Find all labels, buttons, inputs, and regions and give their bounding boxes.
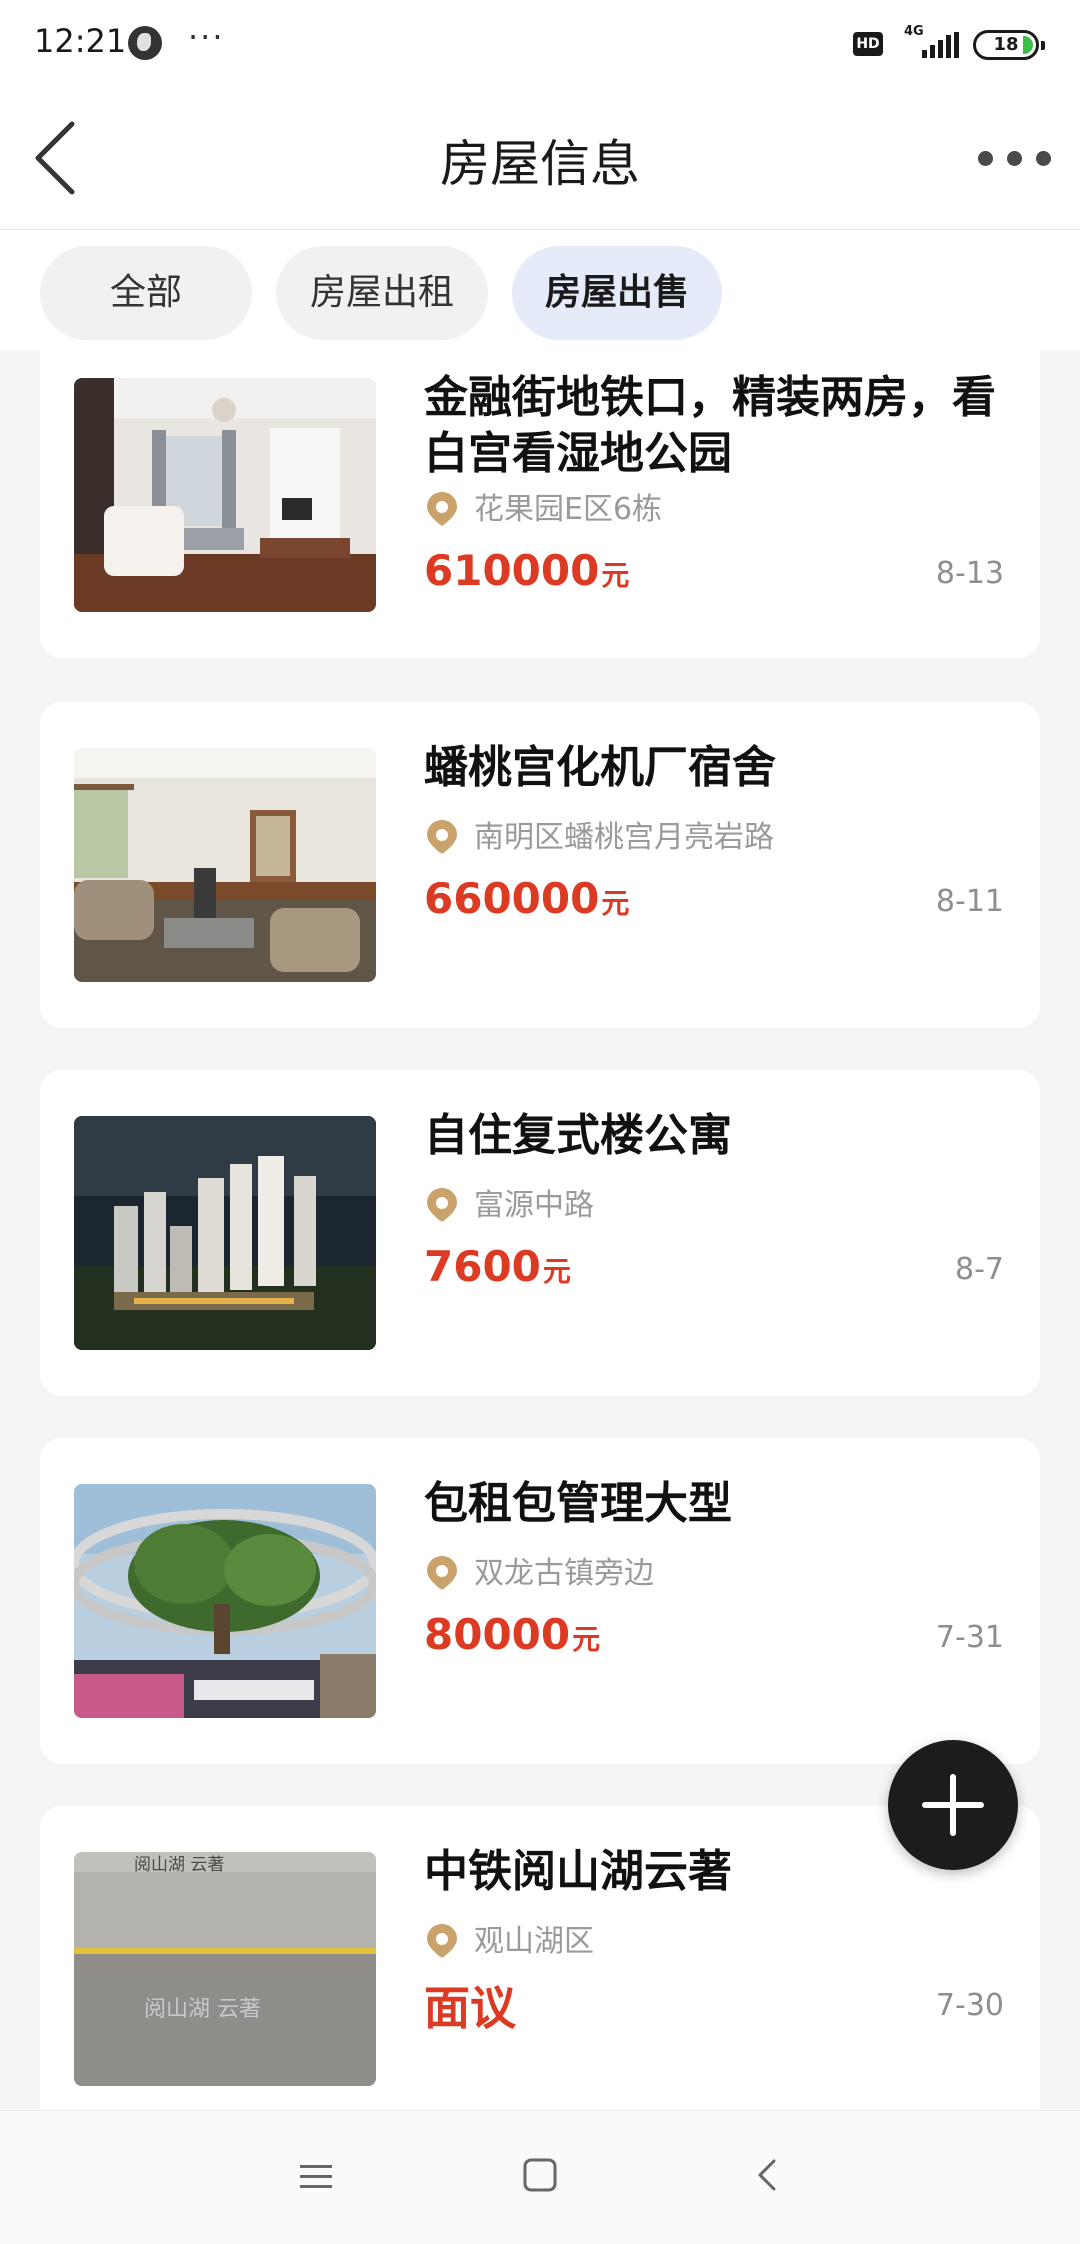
price: 80000元 [424, 1610, 600, 1662]
signal-icon: 4G [900, 24, 960, 60]
plaza-tree-photo [74, 1484, 376, 1718]
location-text: 花果园E区6栋 [474, 492, 663, 527]
listing-date: 8-11 [935, 884, 1004, 919]
price-value: 660000 [424, 874, 600, 923]
home-square-icon[interactable] [522, 2157, 558, 2193]
photo-caption: 阅山湖 云著 [134, 1855, 224, 1875]
night-towers-photo [74, 1116, 376, 1350]
page-title: 房屋信息 [440, 135, 640, 193]
location-pin-icon [427, 1188, 457, 1222]
listing-date: 7-30 [935, 1988, 1004, 2023]
tab-rent[interactable]: 房屋出租 [276, 246, 488, 340]
listing-photo [74, 378, 376, 612]
status-overflow: ··· [188, 18, 225, 56]
hd-badge: HD [853, 32, 883, 56]
menu-icon[interactable] [298, 2159, 334, 2195]
listing-title: 金融街地铁口，精装两房，看白宫看湿地公园 [424, 372, 996, 479]
listing-card[interactable]: 蟠桃宫化机厂宿舍 南明区蟠桃宫月亮岩路 660000元 8-11 [40, 702, 1040, 1028]
status-bar: 12:21 ··· HD 4G 18 [0, 0, 1080, 88]
location-pin-icon [427, 820, 457, 854]
listing-title: 包租包管理大型 [424, 1478, 732, 1529]
add-listing-button[interactable] [888, 1740, 1018, 1870]
battery-icon: 18 [973, 30, 1045, 60]
listing-title: 自住复式楼公寓 [424, 1110, 732, 1161]
globe-icon [128, 26, 162, 60]
price-unit: 元 [572, 1623, 601, 1656]
price-value: 610000 [424, 546, 600, 595]
filter-tabs: 全部 房屋出租 房屋出售 [0, 230, 1080, 350]
price-unit: 元 [542, 1255, 571, 1288]
system-nav-bar [0, 2110, 1080, 2244]
location-text: 南明区蟠桃宫月亮岩路 [474, 820, 774, 855]
living-room-photo [74, 378, 376, 612]
location-text: 观山湖区 [474, 1924, 594, 1959]
header: 房屋信息 [0, 88, 1080, 230]
listing-card[interactable]: 阅山湖 云著 阅山湖 云著 中铁阅山湖云著 观山湖区 面议 7-30 [40, 1806, 1040, 2110]
listing-photo [74, 1116, 376, 1350]
price-value: 7600 [424, 1242, 541, 1291]
location-text: 富源中路 [474, 1188, 594, 1223]
tab-all[interactable]: 全部 [40, 246, 252, 340]
location-text: 双龙古镇旁边 [474, 1556, 654, 1591]
price-unit: 元 [601, 559, 630, 592]
listing-title: 蟠桃宫化机厂宿舍 [424, 742, 776, 793]
tab-sale[interactable]: 房屋出售 [512, 246, 722, 340]
listing-card[interactable]: 自住复式楼公寓 富源中路 7600元 8-7 [40, 1070, 1040, 1396]
listing-photo [74, 1484, 376, 1718]
listing-date: 7-31 [935, 1620, 1004, 1655]
more-button[interactable] [970, 138, 1060, 178]
price: 660000元 [424, 874, 629, 926]
listing-photo [74, 748, 376, 982]
location-pin-icon [427, 1924, 457, 1958]
price-value: 80000 [424, 1610, 571, 1659]
concrete-wall-photo: 阅山湖 云著 阅山湖 云著 [74, 1852, 376, 2086]
listing-card[interactable]: 金融街地铁口，精装两房，看白宫看湿地公园 花果园E区6栋 610000元 8-1… [40, 350, 1040, 658]
price: 面议 [424, 1972, 516, 2035]
price: 7600元 [424, 1242, 571, 1294]
sofa-room-photo [74, 748, 376, 982]
price-unit: 元 [601, 887, 630, 920]
photo-reflection: 阅山湖 云著 [144, 1997, 261, 2022]
location-pin-icon [427, 1556, 457, 1590]
listing-date: 8-13 [935, 556, 1004, 591]
price-value: 面议 [424, 1981, 516, 2035]
network-type: 4G [904, 24, 924, 39]
price: 610000元 [424, 546, 629, 598]
listing-date: 8-7 [955, 1252, 1004, 1287]
listing-card[interactable]: 包租包管理大型 双龙古镇旁边 80000元 7-31 [40, 1438, 1040, 1764]
status-time: 12:21 [34, 22, 127, 60]
back-triangle-icon[interactable] [750, 2157, 786, 2193]
location-pin-icon [427, 492, 457, 526]
listing-photo: 阅山湖 云著 阅山湖 云著 [74, 1852, 376, 2086]
